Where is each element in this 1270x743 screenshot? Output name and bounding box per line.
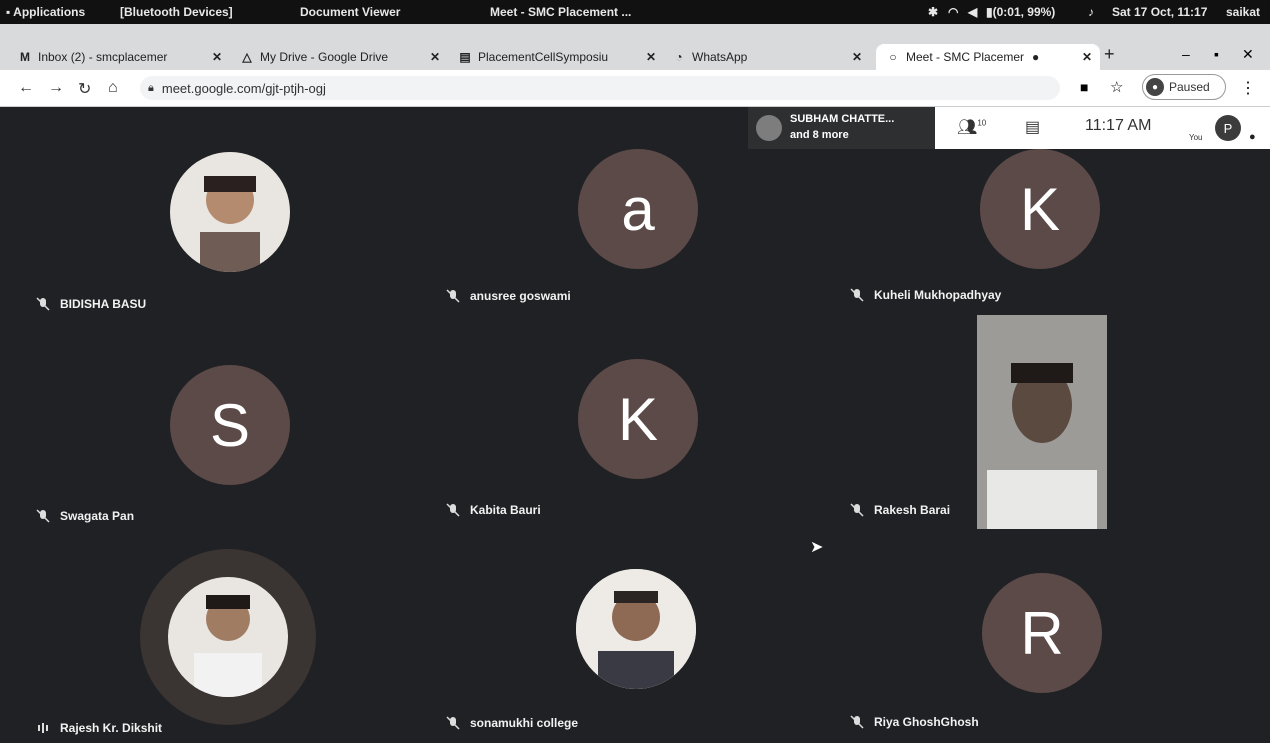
battery-icon: ▮ — [986, 5, 993, 19]
person-avatar-icon — [194, 595, 262, 697]
participant-video — [977, 315, 1107, 529]
participant-name: Riya GhoshGhosh — [874, 715, 979, 729]
tab-meet[interactable]: ○ Meet - SMC Placemer ● ✕ — [876, 44, 1100, 70]
mic-active-icon — [38, 723, 48, 733]
person-avatar-icon — [576, 569, 696, 689]
tab-drive[interactable]: △ My Drive - Google Drive ✕ — [240, 44, 448, 70]
volume-icon[interactable]: ◀ — [968, 5, 977, 19]
mic-status-icon: ● — [1249, 131, 1256, 143]
battery-status[interactable]: ▮(0:01, 99%) — [986, 5, 1055, 19]
mic-off-icon — [850, 288, 864, 302]
mic-off-icon — [36, 509, 50, 523]
person-avatar-icon — [200, 176, 260, 272]
participant-tile[interactable]: K Kabita Bauri — [430, 317, 830, 527]
minimize-icon[interactable]: – — [1182, 46, 1190, 62]
participant-tile[interactable]: S Swagata Pan — [20, 317, 420, 527]
participant-name: Rakesh Barai — [874, 503, 951, 517]
participant-initial: K — [980, 149, 1100, 269]
person-video-icon — [977, 315, 1107, 529]
profile-paused-button[interactable]: ● Paused — [1142, 74, 1226, 100]
participant-name: Kuheli Mukhopadhyay — [874, 288, 1002, 302]
mic-off-icon — [446, 289, 460, 303]
meet-window[interactable]: Meet - SMC Placement ... — [490, 5, 631, 19]
reload-icon[interactable]: ↻ — [78, 79, 91, 99]
participant-name: anusree goswami — [470, 289, 571, 303]
mic-off-icon — [36, 297, 50, 311]
os-top-bar: ▪ Applications [Bluetooth Devices] Docum… — [0, 0, 1270, 24]
clock[interactable]: Sat 17 Oct, 11:17 — [1112, 5, 1207, 19]
wifi-icon[interactable]: ◠ — [948, 5, 958, 19]
people-button[interactable]: 👥︎10 — [957, 117, 986, 137]
mic-off-icon — [446, 716, 460, 730]
participant-name: Rajesh Kr. Dikshit — [60, 721, 163, 735]
presenter-name: SUBHAM CHATTE... — [790, 113, 895, 125]
close-icon[interactable]: ✕ — [646, 50, 656, 64]
participant-tile[interactable]: R Riya GhoshGhosh — [840, 527, 1240, 737]
tab-whatsapp[interactable]: ◔ WhatsApp ✕ — [672, 44, 870, 70]
self-avatar[interactable]: P — [1215, 115, 1241, 141]
people-icon: 👥︎ — [957, 119, 978, 136]
close-icon[interactable]: ✕ — [430, 50, 440, 64]
close-icon[interactable]: ✕ — [1082, 50, 1092, 64]
chat-icon[interactable]: ▤ — [1025, 117, 1040, 137]
participant-name: Kabita Bauri — [470, 503, 541, 517]
browser-tabstrip: M Inbox (2) - smcplacemer ✕ △ My Drive - Go… — [0, 24, 1270, 70]
participant-name: BIDISHA BASU — [60, 297, 147, 311]
gmail-icon: M — [20, 50, 30, 64]
camera-indicator-icon: ● — [1032, 50, 1040, 64]
participant-tile[interactable]: sonamukhi college — [430, 527, 830, 737]
lock-icon: 🔒︎ — [148, 81, 154, 94]
meet-grid: BIDISHA BASU a anusree goswami K Kuheli … — [0, 107, 1270, 743]
forms-icon: ▤ — [459, 50, 471, 64]
participant-name: sonamukhi college — [470, 716, 579, 730]
applications-menu[interactable]: ▪ Applications — [6, 5, 85, 19]
notification-icon[interactable]: ♪ — [1088, 5, 1094, 19]
address-bar: ← → ↻ ⌂ 🔒︎ meet.google.com/gjt-ptjh-ogj … — [0, 70, 1270, 107]
maximize-icon[interactable]: ▪ — [1214, 46, 1219, 62]
document-viewer-window[interactable]: Document Viewer — [300, 5, 400, 19]
participant-initial: K — [578, 359, 698, 479]
participant-photo — [576, 569, 696, 689]
meet-icon: ○ — [889, 50, 897, 64]
bluetooth-window[interactable]: [Bluetooth Devices] — [120, 5, 233, 19]
presenter-avatar — [756, 115, 782, 141]
star-icon[interactable]: ☆ — [1110, 78, 1123, 96]
mic-off-icon — [850, 503, 864, 517]
drive-icon: △ — [242, 50, 252, 64]
meeting-time: 11:17 AM — [1085, 117, 1152, 134]
you-label: You — [1189, 133, 1203, 142]
camera-icon[interactable]: ■ — [1080, 79, 1088, 95]
forward-icon[interactable]: → — [48, 79, 64, 97]
close-icon[interactable]: ✕ — [852, 50, 862, 64]
participant-photo — [168, 577, 288, 697]
window-close-icon[interactable]: ✕ — [1242, 46, 1254, 63]
participant-initial: a — [578, 149, 698, 269]
more-menu-icon[interactable]: ⋮ — [1240, 78, 1256, 98]
meet-top-controls: 👥︎10 ▤ 11:17 AM You P ● — [935, 107, 1270, 149]
participant-initial: S — [170, 365, 290, 485]
participant-tile[interactable]: Rajesh Kr. Dikshit — [20, 527, 420, 737]
mic-off-icon — [446, 503, 460, 517]
whatsapp-icon: ◔ — [675, 50, 683, 64]
participant-initial: R — [982, 573, 1102, 693]
bluetooth-icon[interactable]: ✱ — [928, 5, 938, 19]
participant-photo — [170, 152, 290, 272]
tab-forms[interactable]: ▤ PlacementCellSymposiu ✕ — [458, 44, 664, 70]
tab-gmail[interactable]: M Inbox (2) - smcplacemer ✕ — [18, 44, 230, 70]
mic-off-icon — [850, 715, 864, 729]
new-tab-button[interactable]: + — [1104, 44, 1115, 65]
url-field[interactable]: 🔒︎ meet.google.com/gjt-ptjh-ogj — [140, 76, 1060, 100]
user-menu[interactable]: saikat — [1226, 5, 1260, 19]
participant-name: Swagata Pan — [60, 509, 135, 523]
close-icon[interactable]: ✕ — [212, 50, 222, 64]
presenter-more: and 8 more — [790, 129, 849, 141]
home-icon[interactable]: ⌂ — [108, 79, 118, 97]
back-icon[interactable]: ← — [18, 79, 34, 97]
presenter-chip[interactable]: SUBHAM CHATTE... and 8 more — [748, 107, 935, 149]
participant-tile[interactable]: Rakesh Barai — [840, 315, 1240, 529]
profile-avatar: ● — [1146, 78, 1164, 96]
mouse-cursor-icon: ➤ — [810, 539, 824, 556]
participant-tile[interactable]: BIDISHA BASU — [20, 107, 420, 317]
